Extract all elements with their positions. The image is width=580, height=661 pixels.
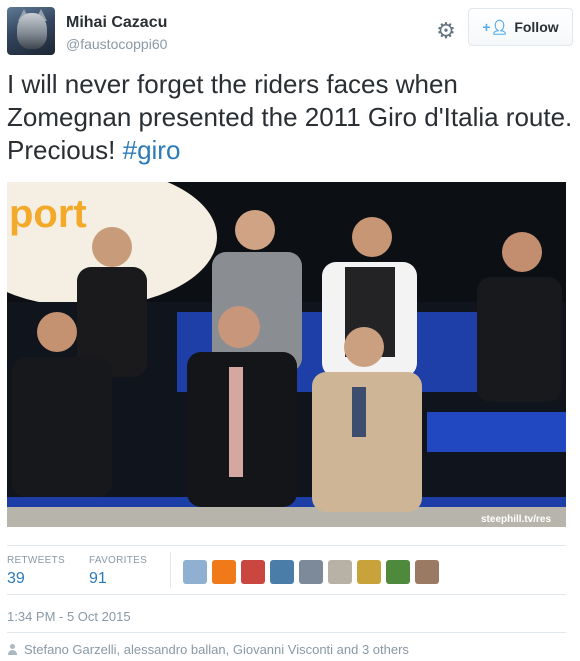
- retweets-count: 39: [7, 570, 25, 587]
- user-handle[interactable]: @faustocoppi60: [66, 36, 167, 52]
- tweet-body: I will never forget the riders faces whe…: [7, 69, 573, 165]
- gear-icon[interactable]: ⚙: [435, 20, 457, 42]
- photo-illustration: port steephill.tv/res: [7, 182, 566, 527]
- favoriter-avatar[interactable]: [415, 560, 439, 584]
- photo-credit: steephill.tv/res: [481, 514, 551, 525]
- favoriter-avatar[interactable]: [241, 560, 265, 584]
- person-icon: [7, 644, 18, 655]
- favorites-stat[interactable]: FAVORITES 91: [89, 555, 147, 588]
- backdrop-text: port: [9, 192, 87, 236]
- favorites-label: FAVORITES: [89, 555, 148, 566]
- divider: [7, 632, 566, 633]
- favorited-by-text[interactable]: Stefano Garzelli, alessandro ballan, Gio…: [24, 642, 409, 657]
- follow-button[interactable]: +👤︎ Follow: [468, 8, 573, 46]
- stats-divider: [170, 552, 171, 588]
- add-user-icon: +👤︎: [482, 18, 509, 35]
- tweet-text: I will never forget the riders faces whe…: [7, 68, 573, 167]
- favoriter-avatar[interactable]: [299, 560, 323, 584]
- user-avatar[interactable]: [7, 7, 55, 55]
- tweet-header: Mihai Cazacu @faustocoppi60 ⚙ +👤︎ Follow: [7, 7, 573, 57]
- favoriter-avatar[interactable]: [386, 560, 410, 584]
- favoriter-avatars: [183, 560, 439, 584]
- tweet-photo[interactable]: port steephill.tv/res: [7, 182, 566, 527]
- user-name[interactable]: Mihai Cazacu: [66, 14, 167, 32]
- tweet-timestamp[interactable]: 1:34 PM - 5 Oct 2015: [7, 609, 131, 624]
- retweets-stat[interactable]: RETWEETS 39: [7, 555, 65, 588]
- follow-label: Follow: [514, 19, 559, 35]
- favorited-by: Stefano Garzelli, alessandro ballan, Gio…: [7, 642, 409, 657]
- hashtag-link[interactable]: #giro: [123, 135, 181, 165]
- favoriter-avatar[interactable]: [183, 560, 207, 584]
- favoriter-avatar[interactable]: [357, 560, 381, 584]
- tweet-stats: RETWEETS 39 FAVORITES 91: [7, 545, 566, 595]
- retweets-label: RETWEETS: [7, 555, 65, 566]
- favoriter-avatar[interactable]: [328, 560, 352, 584]
- favoriter-avatar[interactable]: [212, 560, 236, 584]
- favoriter-avatar[interactable]: [270, 560, 294, 584]
- favorites-count: 91: [89, 570, 107, 587]
